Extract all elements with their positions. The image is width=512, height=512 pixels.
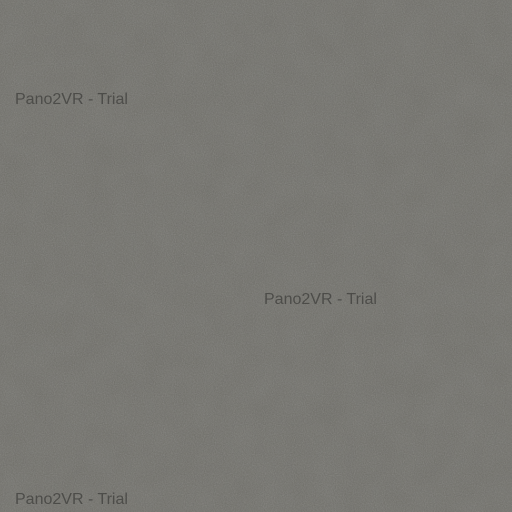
trial-watermark-text: Pano2VR - Trial xyxy=(264,291,377,308)
gravel-surface-texture xyxy=(0,0,512,512)
trial-watermark-text: Pano2VR - Trial xyxy=(15,491,128,508)
trial-watermark-text: Pano2VR - Trial xyxy=(15,91,128,108)
panorama-viewport[interactable]: Pano2VR - Trial Pano2VR - Trial Pano2VR … xyxy=(0,0,512,512)
